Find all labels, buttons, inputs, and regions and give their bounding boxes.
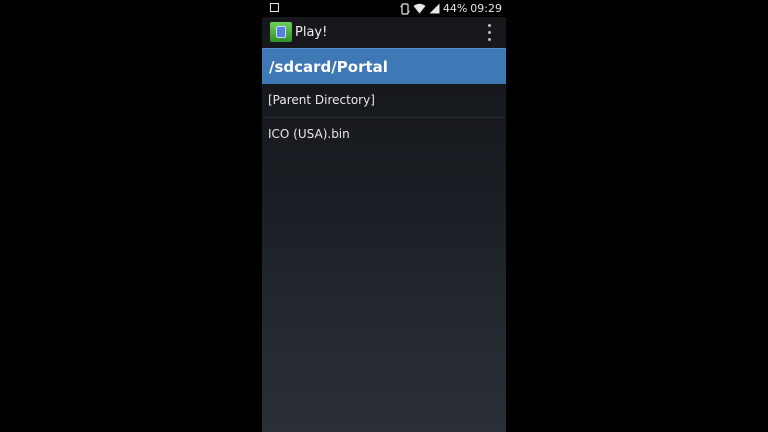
status-right: 44% 09:29 (399, 2, 502, 15)
path-header: /sdcard/Portal (262, 49, 506, 84)
overflow-dot (487, 38, 491, 41)
action-bar: Play! (262, 17, 506, 50)
wifi-icon (413, 3, 426, 14)
phone-screen: 44% 09:29 Play! /sdcard/Portal [Parent D… (262, 0, 506, 432)
overflow-dot (487, 24, 491, 27)
status-bar: 44% 09:29 (262, 0, 506, 17)
status-time: 09:29 (470, 2, 502, 15)
notification-square-icon (270, 3, 279, 12)
app-icon[interactable] (270, 22, 292, 42)
file-list: [Parent Directory] ICO (USA).bin (262, 84, 506, 151)
screen-rotation-icon (399, 2, 410, 15)
signal-icon (429, 3, 440, 14)
current-path: /sdcard/Portal (269, 58, 388, 76)
list-item-label: [Parent Directory] (268, 93, 375, 107)
list-item-file[interactable]: ICO (USA).bin (262, 118, 506, 151)
overflow-menu-icon[interactable] (486, 24, 492, 41)
app-title: Play! (295, 25, 328, 40)
list-item-label: ICO (USA).bin (268, 127, 350, 141)
list-item-parent-directory[interactable]: [Parent Directory] (262, 84, 506, 118)
app-icon-emblem (276, 26, 286, 38)
overflow-dot (487, 31, 491, 34)
battery-percent: 44% (442, 2, 468, 15)
